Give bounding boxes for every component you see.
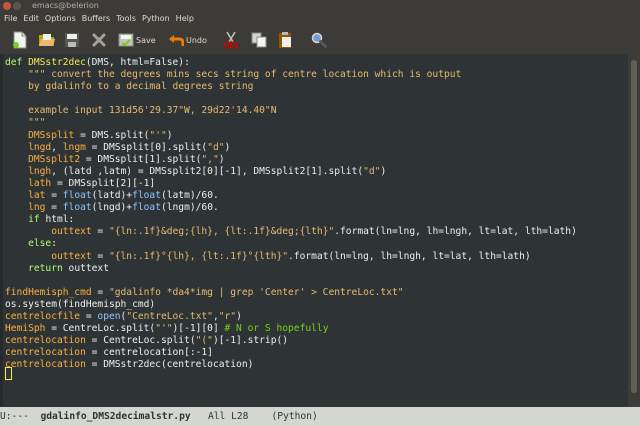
- code-line: outtext = "{ln:.1f}°{lh}, {lt:.1f}°{lth}…: [51, 250, 531, 262]
- new-file-icon: [13, 31, 27, 49]
- open-folder-icon: [39, 34, 55, 46]
- buffer-status: U:---: [0, 411, 29, 422]
- close-buffer-button[interactable]: [92, 30, 106, 50]
- code-line: def DMSstr2dec(DMS, html=False):: [5, 57, 190, 68]
- save-button[interactable]: Save: [118, 30, 156, 50]
- mode-line: U:--- gdalinfo_DMS2decimalstr.py All L28…: [0, 407, 640, 426]
- menu-help[interactable]: Help: [173, 12, 197, 26]
- text-cursor: [5, 367, 12, 380]
- floppy-disk-icon: [65, 33, 79, 47]
- code-line: outtext = "{ln:.1f}&deg;{lh}, {lt:.1f}&d…: [51, 226, 577, 238]
- code-line: DMSsplit2 = DMSsplit[1].split(","): [28, 153, 225, 165]
- undo-button[interactable]: Undo: [168, 30, 207, 50]
- cut-button[interactable]: [224, 30, 238, 50]
- cut-icon: [224, 31, 238, 49]
- left-fringe: [0, 54, 3, 407]
- open-file-button[interactable]: [38, 30, 56, 50]
- code-line: centrelocation = DMSstr2dec(centrelocati…: [5, 359, 254, 371]
- search-icon: [311, 32, 327, 48]
- window-title: emacs@belerion: [32, 1, 99, 10]
- code-line: centrelocation = centrelocation[:-1]: [5, 347, 213, 359]
- undo-label: Undo: [186, 35, 207, 45]
- vertical-scrollbar[interactable]: [628, 54, 640, 407]
- window-close-button[interactable]: [3, 2, 11, 10]
- menu-file[interactable]: File: [1, 12, 20, 26]
- major-mode: (Python): [271, 411, 318, 422]
- copy-icon: [251, 32, 267, 48]
- code-line: lat = float(latd)+float(latm)/60.: [28, 190, 219, 202]
- code-line: return outtext: [28, 262, 109, 274]
- code-line: by gdalinfo to a decimal degrees string: [5, 81, 254, 93]
- code-line: DMSsplit = DMS.split("'"): [28, 129, 173, 141]
- write-file-button[interactable]: [64, 30, 80, 50]
- buffer-position: All L28: [207, 411, 249, 422]
- code-line: """ convert the degrees mins secs string…: [5, 69, 462, 81]
- new-file-button[interactable]: [12, 30, 28, 50]
- copy-button[interactable]: [251, 30, 267, 50]
- code-line: findHemisph_cmd = "gdalinfo *da4*img | g…: [5, 286, 404, 298]
- save-label: Save: [136, 35, 156, 45]
- code-line: lngd, lngm = DMSsplit[0].split("d"): [28, 141, 231, 153]
- menu-bar: File Edit Options Buffers Tools Python Help: [0, 12, 640, 26]
- editor-area[interactable]: def DMSstr2dec(DMS, html=False): """ con…: [0, 54, 628, 407]
- code-line: lngh, (latd ,latm) = DMSsplit2[0][-1], D…: [28, 165, 387, 177]
- code-line: lath = DMSsplit[2][-1]: [28, 177, 156, 189]
- code-line: os.system(findHemisph_cmd): [5, 298, 156, 310]
- code-line: lng = float(lngd)+float(lngm)/60.: [28, 202, 219, 214]
- code-text[interactable]: def DMSstr2dec(DMS, html=False): """ con…: [5, 57, 577, 371]
- code-line: centrelocfile = open("CentreLoc.txt","r"…: [5, 310, 242, 322]
- undo-icon: [169, 35, 184, 46]
- save-icon: [118, 33, 134, 47]
- close-icon: [92, 33, 106, 47]
- window-minimize-button[interactable]: [13, 2, 21, 10]
- search-button[interactable]: [311, 30, 327, 50]
- menu-options[interactable]: Options: [42, 12, 79, 26]
- code-line: centrelocation = CentreLoc.split("(")[-1…: [5, 335, 289, 347]
- window-titlebar: emacs@belerion: [0, 0, 640, 12]
- code-line: """: [5, 117, 46, 129]
- paste-button[interactable]: [277, 30, 293, 50]
- code-line: HemiSph = CentreLoc.split("'")[-1][0] # …: [5, 323, 329, 335]
- menu-edit[interactable]: Edit: [20, 12, 42, 26]
- paste-icon: [279, 32, 291, 48]
- code-line: else:: [28, 238, 57, 250]
- code-line: if html:: [28, 214, 75, 226]
- menu-python[interactable]: Python: [139, 12, 173, 26]
- buffer-name: gdalinfo_DMS2decimalstr.py: [40, 411, 191, 422]
- code-line: example input 131d56'29.37"W, 29d22'14.4…: [5, 105, 277, 117]
- menu-buffers[interactable]: Buffers: [79, 12, 113, 26]
- toolbar: Save Undo: [0, 26, 640, 54]
- scrollbar-thumb[interactable]: [631, 60, 637, 393]
- menu-tools[interactable]: Tools: [113, 12, 139, 26]
